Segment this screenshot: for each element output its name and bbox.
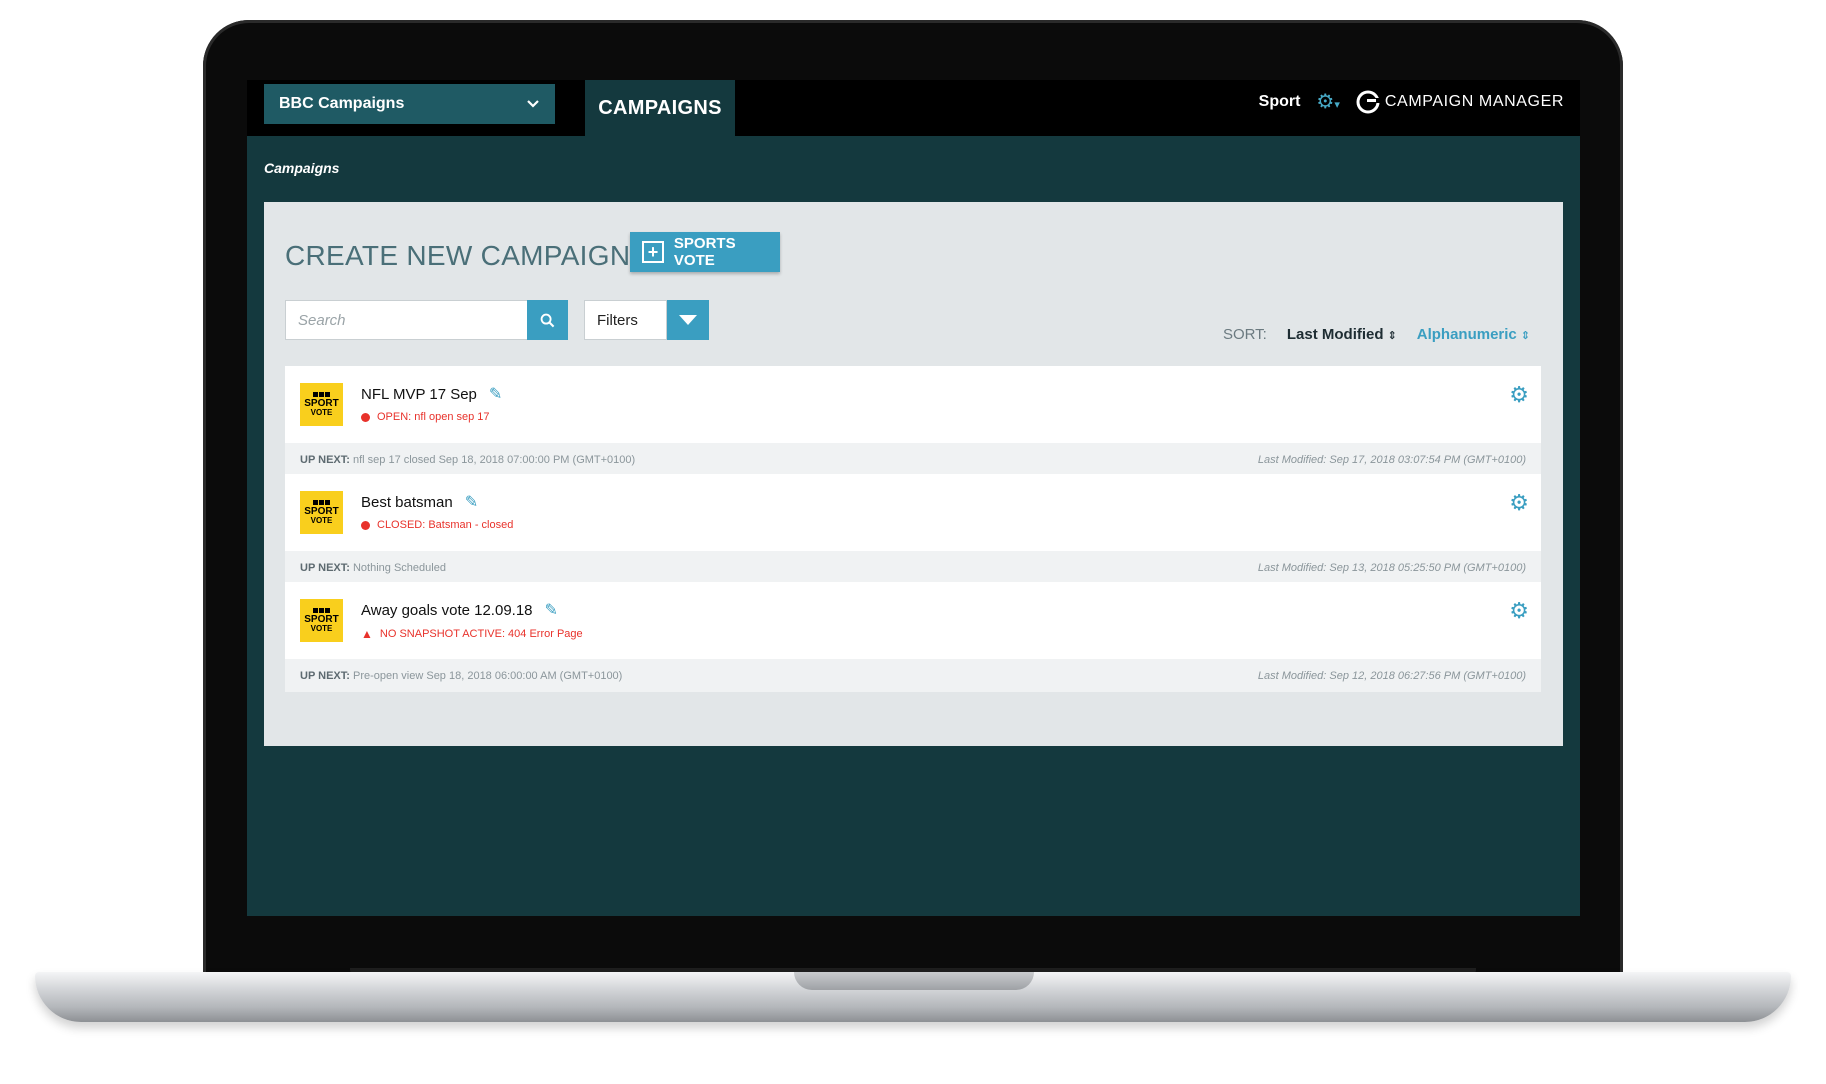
brand-name: CAMPAIGN MANAGER — [1384, 92, 1564, 110]
campaign-status: OPEN: nfl open sep 17 — [361, 411, 490, 423]
caret-down-icon — [679, 315, 697, 325]
up-next: UP NEXT: Pre-open view Sep 18, 2018 06:0… — [300, 670, 622, 682]
chevron-down-icon: ▾ — [1334, 99, 1340, 111]
up-next-text: nfl sep 17 closed Sep 18, 2018 07:00:00 … — [352, 453, 636, 466]
campaign-card[interactable]: SPORT VOTE Best batsman ✎ CLOSED: Batsma… — [285, 474, 1541, 584]
campaign-status: CLOSED: Batsman - closed — [361, 519, 513, 531]
campaign-manager-logo-icon — [1356, 90, 1380, 113]
up-next-label: UP NEXT: — [300, 561, 350, 574]
campaign-card[interactable]: SPORT VOTE NFL MVP 17 Sep ✎ OPEN: nfl op… — [285, 366, 1541, 476]
chevron-down-icon — [526, 96, 540, 112]
up-next-text: Nothing Scheduled — [352, 561, 446, 574]
up-next: UP NEXT: nfl sep 17 closed Sep 18, 2018 … — [300, 454, 635, 466]
create-campaign-title: CREATE NEW CAMPAIGN: — [285, 240, 639, 271]
thumbnail-line2: VOTE — [310, 624, 333, 633]
pencil-icon[interactable]: ✎ — [465, 492, 478, 512]
sort-arrows-icon: ⇕ — [1387, 330, 1397, 342]
pencil-icon[interactable]: ✎ — [545, 600, 558, 620]
settings-menu[interactable]: ⚙▾ — [1316, 89, 1339, 114]
gear-icon[interactable]: ⚙ — [1509, 490, 1529, 516]
campaign-status: ▲ NO SNAPSHOT ACTIVE: 404 Error Page — [361, 627, 583, 641]
sport-vote-thumbnail: SPORT VOTE — [300, 599, 343, 642]
campaign-name: NFL MVP 17 Sep ✎ — [361, 384, 502, 404]
campaign-name-text: NFL MVP 17 Sep — [361, 385, 477, 403]
create-sports-vote-button[interactable]: + SPORTS VOTE — [630, 232, 780, 272]
sort-arrows-icon: ⇕ — [1520, 330, 1530, 342]
campaign-name-text: Away goals vote 12.09.18 — [361, 601, 533, 619]
app-screen: BBC Campaigns CAMPAIGNS Sport ⚙▾ CAMPAIG… — [247, 80, 1580, 916]
search-input[interactable] — [285, 300, 528, 340]
last-modified: Last Modified: Sep 12, 2018 06:27:56 PM … — [1257, 669, 1526, 682]
last-modified: Last Modified: Sep 13, 2018 05:25:50 PM … — [1257, 561, 1526, 574]
thumbnail-line2: VOTE — [310, 516, 333, 525]
warning-icon: ▲ — [361, 627, 373, 641]
campaigns-panel: CREATE NEW CAMPAIGN: + SPORTS VOTE Filte… — [264, 202, 1563, 746]
sort-alphanumeric[interactable]: Alphanumeric ⇕ — [1417, 326, 1530, 343]
search-icon — [540, 313, 555, 327]
plus-icon: + — [642, 241, 664, 263]
sort-last-modified-label: Last Modified — [1286, 326, 1384, 343]
gear-icon[interactable]: ⚙ — [1509, 382, 1529, 408]
status-dot-icon — [361, 520, 370, 530]
brand: CAMPAIGN MANAGER — [1356, 90, 1564, 114]
tab-campaigns[interactable]: CAMPAIGNS — [585, 80, 735, 136]
campaign-name: Best batsman ✎ — [361, 492, 478, 512]
up-next: UP NEXT: Nothing Scheduled — [300, 562, 446, 574]
breadcrumb[interactable]: Campaigns — [264, 160, 339, 176]
account-selector[interactable]: BBC Campaigns — [264, 84, 555, 124]
status-dot-icon — [361, 412, 370, 422]
sort-last-modified[interactable]: Last Modified ⇕ — [1287, 326, 1397, 343]
laptop-notch — [794, 972, 1034, 990]
top-bar: BBC Campaigns CAMPAIGNS Sport ⚙▾ CAMPAIG… — [247, 80, 1580, 136]
up-next-text: Pre-open view Sep 18, 2018 06:00:00 AM (… — [352, 669, 623, 682]
sport-vote-thumbnail: SPORT VOTE — [300, 491, 343, 534]
sort-label: SORT: — [1222, 326, 1267, 343]
top-right-menu: Sport ⚙▾ CAMPAIGN MANAGER — [1259, 89, 1564, 114]
filters-label: Filters — [584, 300, 667, 340]
gear-icon: ⚙ — [1316, 91, 1335, 113]
create-sports-vote-label: SPORTS VOTE — [673, 235, 736, 269]
bbc-logo-icon — [313, 392, 330, 397]
search-bar — [285, 300, 568, 340]
section-label[interactable]: Sport — [1259, 93, 1301, 111]
bbc-logo-icon — [313, 608, 330, 613]
filters-dropdown[interactable]: Filters — [584, 300, 709, 340]
bbc-logo-icon — [313, 500, 330, 505]
campaign-name-text: Best batsman — [361, 493, 453, 511]
search-button[interactable] — [527, 300, 568, 340]
pencil-icon[interactable]: ✎ — [489, 384, 502, 404]
campaign-status-text: CLOSED: Batsman - closed — [377, 519, 514, 531]
tab-campaigns-label: CAMPAIGNS — [598, 96, 722, 119]
account-name: BBC Campaigns — [279, 95, 405, 112]
campaign-name: Away goals vote 12.09.18 ✎ — [361, 600, 558, 620]
campaign-status-text: NO SNAPSHOT ACTIVE: 404 Error Page — [379, 628, 583, 640]
campaign-status-text: OPEN: nfl open sep 17 — [377, 411, 490, 423]
filters-toggle[interactable] — [667, 300, 709, 340]
up-next-label: UP NEXT: — [300, 669, 350, 682]
thumbnail-line2: VOTE — [310, 408, 333, 417]
sport-vote-thumbnail: SPORT VOTE — [300, 383, 343, 426]
last-modified: Last Modified: Sep 17, 2018 03:07:54 PM … — [1257, 453, 1526, 466]
up-next-label: UP NEXT: — [300, 453, 350, 466]
gear-icon[interactable]: ⚙ — [1509, 598, 1529, 624]
sort-controls: SORT: Last Modified ⇕ Alphanumeric ⇕ — [1223, 326, 1530, 343]
sort-alphanumeric-label: Alphanumeric — [1416, 326, 1517, 343]
campaign-card[interactable]: SPORT VOTE Away goals vote 12.09.18 ✎ ▲ … — [285, 582, 1541, 692]
